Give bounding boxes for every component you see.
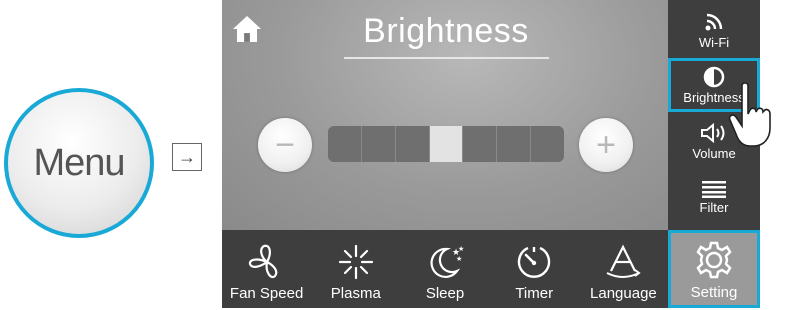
page-title: Brightness (363, 12, 529, 50)
level-segment-2[interactable] (361, 126, 396, 162)
bottom-item-fan-speed[interactable]: Fan Speed (222, 230, 311, 308)
level-segment-7[interactable] (531, 126, 565, 162)
setting-tab[interactable]: Setting (668, 230, 760, 308)
sidebar-item-wifi[interactable]: Wi-Fi (668, 4, 760, 58)
svg-text:★: ★ (458, 245, 464, 253)
brightness-level-bar[interactable] (328, 126, 565, 162)
level-segment-5[interactable] (463, 126, 498, 162)
fan-icon (248, 244, 277, 279)
pointing-hand-icon (728, 82, 771, 147)
bottom-item-label: Timer (515, 285, 554, 302)
bottom-item-label: Fan Speed (229, 285, 304, 302)
bottom-item-sleep[interactable]: ★ ★ ★ Sleep (400, 230, 489, 308)
svg-text:★: ★ (456, 255, 462, 263)
sidebar-item-label: Wi-Fi (698, 34, 730, 50)
home-icon[interactable] (230, 12, 264, 46)
level-segment-1[interactable] (328, 126, 362, 162)
level-segment-6[interactable] (497, 126, 532, 162)
bottom-item-plasma[interactable]: Plasma (311, 230, 400, 308)
increase-button[interactable]: + (579, 118, 633, 172)
bottom-menu-bar: Fan Speed Plasma ★ ★ ★ Sleep Timer Langu… (222, 230, 668, 308)
plus-icon: + (596, 126, 616, 164)
decrease-button[interactable]: − (258, 118, 312, 172)
level-segment-3[interactable] (395, 126, 430, 162)
bottom-item-label: Plasma (330, 285, 381, 302)
plasma-icon (338, 244, 373, 280)
volume-icon (701, 122, 725, 143)
bottom-item-timer[interactable]: Timer (490, 230, 579, 308)
menu-button-label: Menu (33, 141, 125, 184)
sidebar-item-label: Filter (699, 199, 729, 215)
bottom-item-label: Language (590, 285, 657, 302)
brightness-screen: Brightness − + (222, 0, 668, 230)
menu-button[interactable]: Menu (4, 88, 154, 238)
sleep-icon: ★ ★ ★ (430, 245, 464, 278)
brightness-icon (703, 66, 725, 87)
level-segment-4[interactable] (429, 126, 464, 162)
language-icon (606, 244, 642, 278)
setting-tab-label: Setting (690, 284, 738, 301)
sidebar-item-filter[interactable]: Filter (668, 170, 760, 224)
title-underline (344, 57, 549, 59)
minus-icon: − (275, 126, 295, 164)
wifi-icon (705, 13, 723, 30)
bottom-item-language[interactable]: Language (579, 230, 668, 308)
arrow-indicator: → (172, 143, 202, 171)
timer-icon (518, 246, 551, 278)
arrow-glyph: → (178, 146, 196, 167)
bottom-item-label: Sleep (425, 285, 465, 302)
gear-icon (696, 241, 732, 279)
filter-icon (702, 180, 726, 198)
